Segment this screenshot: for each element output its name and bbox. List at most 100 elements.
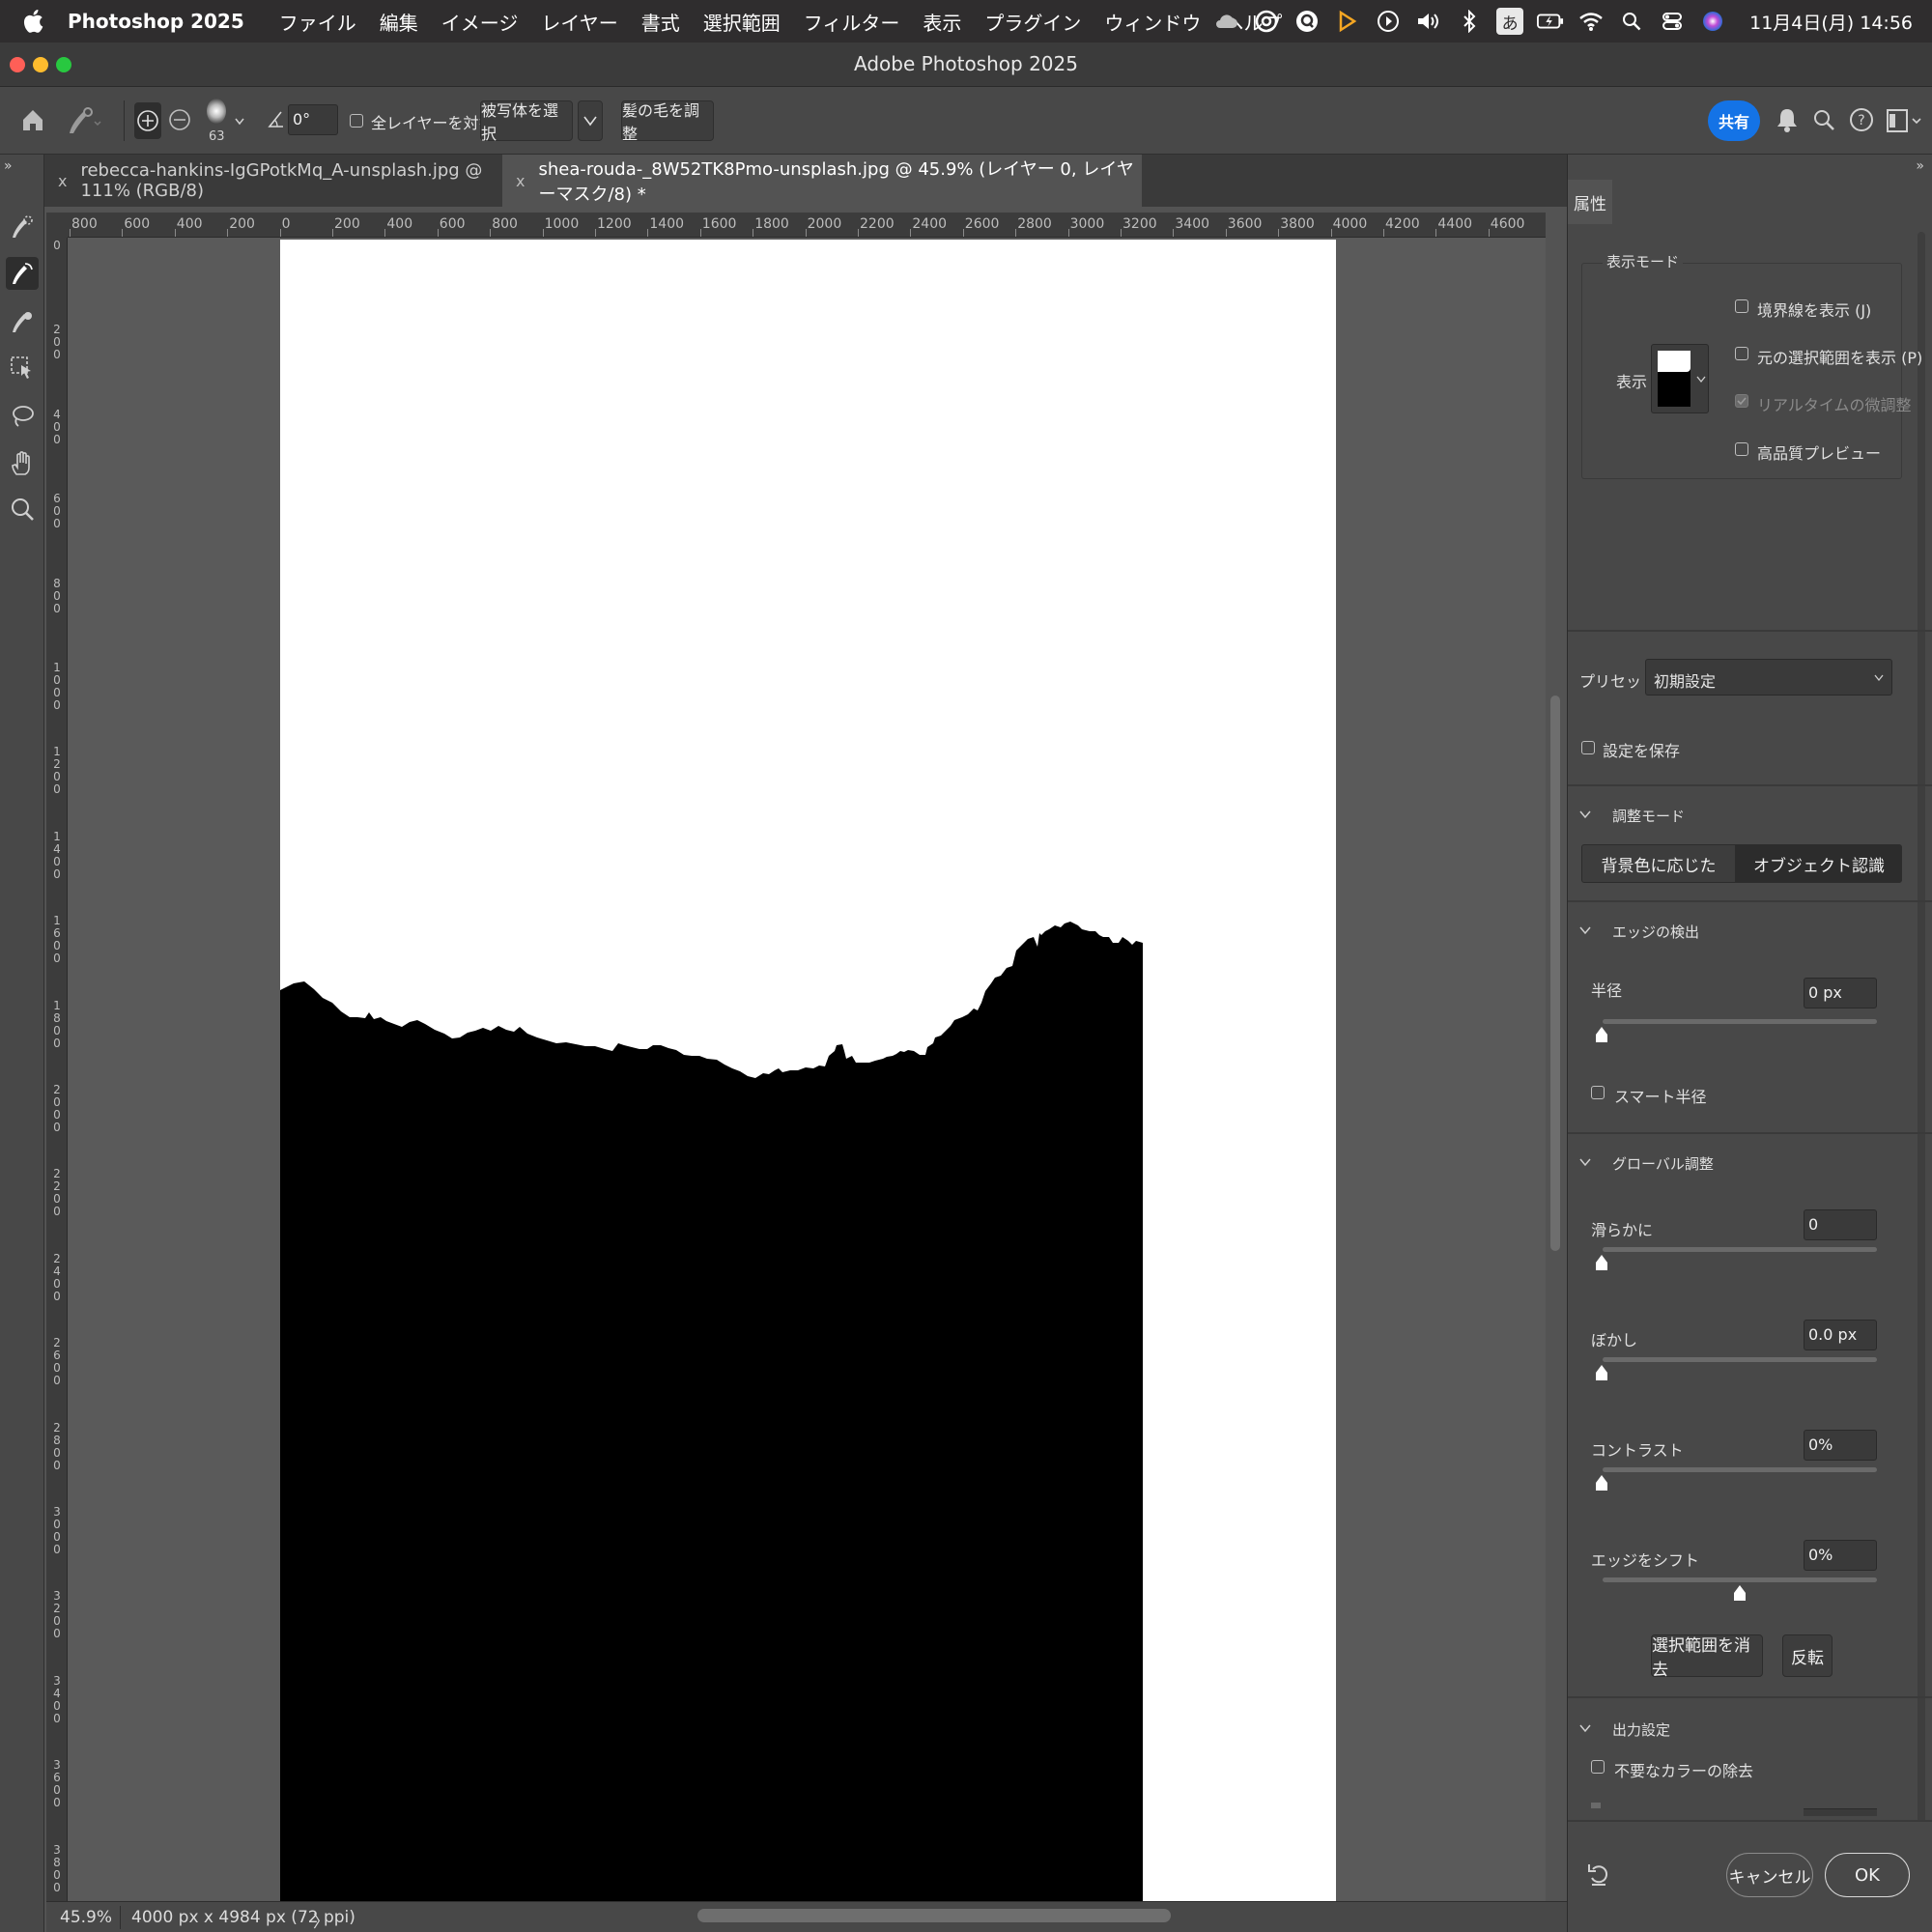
panel-scrollbar[interactable] — [1918, 232, 1925, 1893]
reset-icon[interactable] — [1585, 1861, 1612, 1891]
invert-button[interactable]: 反転 — [1782, 1634, 1833, 1677]
close-tab-icon[interactable]: x — [58, 172, 67, 190]
hand-tool-icon[interactable] — [6, 446, 39, 479]
collapse-panel-icon[interactable]: » — [1916, 158, 1924, 174]
smooth-slider-track[interactable] — [1603, 1247, 1877, 1252]
horizontal-scrollbar[interactable] — [697, 1909, 1171, 1922]
contrast-slider-track[interactable] — [1603, 1467, 1877, 1472]
select-subject-dropdown[interactable] — [578, 100, 603, 141]
tab-properties[interactable]: 属性 — [1568, 180, 1612, 224]
bluetooth-icon[interactable] — [1456, 8, 1483, 35]
subtract-from-selection-icon[interactable] — [168, 108, 191, 135]
expand-panel-icon[interactable]: » — [4, 158, 13, 174]
brush-size-preview-icon[interactable] — [207, 99, 226, 124]
shift-edge-input[interactable]: 0% — [1804, 1540, 1877, 1571]
show-original-checkbox[interactable] — [1735, 347, 1748, 360]
shift-edge-slider-track[interactable] — [1603, 1577, 1877, 1582]
refine-hair-button[interactable]: 髪の毛を調整 — [621, 100, 714, 143]
document-mask-preview[interactable] — [280, 240, 1336, 1903]
cancel-button[interactable]: キャンセル — [1726, 1853, 1813, 1897]
collapse-chevron-icon[interactable] — [1579, 1157, 1591, 1167]
ok-button[interactable]: OK — [1825, 1853, 1910, 1897]
share-button[interactable]: 共有 — [1708, 100, 1760, 141]
brush-tool-icon[interactable] — [6, 305, 39, 338]
add-to-selection-icon[interactable] — [134, 102, 161, 139]
canvas-area[interactable] — [68, 238, 1546, 1903]
menu-select[interactable]: 選択範囲 — [703, 8, 781, 36]
workspace-icon[interactable] — [1886, 108, 1924, 137]
smart-radius-checkbox[interactable] — [1591, 1086, 1605, 1099]
tab-rebecca-hankins[interactable]: x rebecca-hankins-IgGPotkMq_A-unsplash.j… — [44, 155, 502, 207]
feather-slider-track[interactable] — [1603, 1357, 1877, 1362]
save-settings-checkbox[interactable] — [1581, 741, 1595, 754]
radius-slider-track[interactable] — [1603, 1019, 1877, 1024]
cloud-icon[interactable] — [1212, 8, 1239, 35]
help-icon[interactable]: ? — [1849, 107, 1874, 136]
zoom-tool-icon[interactable] — [6, 493, 39, 526]
app-name-menu[interactable]: Photoshop 2025 — [68, 10, 244, 33]
zoom-level[interactable]: 45.9% — [60, 1908, 112, 1927]
refine-edge-brush-tool-icon[interactable] — [6, 257, 39, 290]
ruler-origin[interactable] — [46, 213, 68, 238]
feather-input[interactable]: 0.0 px — [1804, 1320, 1877, 1350]
apple-logo-icon[interactable] — [21, 8, 48, 35]
feather-slider-thumb[interactable] — [1595, 1364, 1608, 1381]
vlc-cone-icon[interactable] — [1334, 8, 1361, 35]
play-circle-icon[interactable] — [1375, 8, 1402, 35]
vertical-scrollbar[interactable] — [1550, 696, 1560, 1251]
menu-image[interactable]: イメージ — [441, 8, 519, 36]
quick-selection-tool-icon[interactable] — [6, 211, 39, 243]
shift-edge-slider-thumb[interactable] — [1733, 1584, 1747, 1602]
object-aware-button[interactable]: オブジェクト認識 — [1736, 844, 1902, 883]
wifi-icon[interactable] — [1577, 8, 1605, 35]
collapse-chevron-icon[interactable] — [1579, 810, 1591, 819]
menu-edit[interactable]: 編集 — [380, 8, 418, 36]
brush-picker-chevron-icon[interactable] — [234, 112, 245, 130]
radius-input[interactable]: 0 px — [1804, 978, 1877, 1009]
collapse-chevron-icon[interactable] — [1579, 925, 1591, 935]
color-aware-button[interactable]: 背景色に応じた — [1581, 844, 1736, 883]
show-edge-checkbox[interactable] — [1735, 299, 1748, 313]
siri-icon[interactable] — [1699, 8, 1726, 35]
control-center-icon[interactable] — [1659, 8, 1686, 35]
lasso-tool-icon[interactable] — [6, 400, 39, 433]
volume-icon[interactable] — [1415, 8, 1442, 35]
close-tab-icon[interactable]: x — [516, 172, 525, 190]
menu-view[interactable]: 表示 — [923, 8, 961, 36]
spotlight-search-icon[interactable] — [1618, 8, 1645, 35]
brush-preset-icon[interactable] — [64, 104, 102, 141]
clear-selection-button[interactable]: 選択範囲を消去 — [1651, 1634, 1763, 1680]
angle-input[interactable]: 0° — [288, 104, 338, 135]
preset-select[interactable]: 初期設定 — [1645, 659, 1892, 696]
menu-type[interactable]: 書式 — [641, 8, 680, 36]
vertical-ruler[interactable]: 0 200 400 600 800 1000 1200 1400 1600 1800 2000 220… — [46, 238, 68, 1903]
smooth-input[interactable]: 0 — [1804, 1209, 1877, 1240]
radius-slider-thumb[interactable] — [1595, 1026, 1608, 1043]
q-app-icon[interactable] — [1293, 8, 1321, 35]
contrast-slider-thumb[interactable] — [1595, 1474, 1608, 1492]
status-menu-chevron-icon[interactable]: 〉 — [313, 1908, 329, 1932]
menu-plugins[interactable]: プラグイン — [984, 8, 1081, 36]
menubar-clock[interactable]: 11月4日(月) 14:56 — [1749, 9, 1913, 35]
input-method-icon[interactable]: あ — [1496, 8, 1524, 35]
menu-window[interactable]: ウィンドウ — [1104, 8, 1201, 36]
menu-layer[interactable]: レイヤー — [541, 8, 617, 36]
menu-file[interactable]: ファイル — [279, 8, 356, 36]
creative-cloud-icon[interactable] — [1253, 8, 1280, 35]
search-icon[interactable] — [1812, 108, 1835, 135]
decontaminate-colors-checkbox[interactable] — [1591, 1760, 1605, 1774]
home-icon[interactable] — [19, 106, 46, 137]
menu-filter[interactable]: フィルター — [804, 8, 900, 36]
notifications-bell-icon[interactable] — [1776, 106, 1799, 137]
horizontal-ruler[interactable]: 800 600 400 200 0 200 400 600 800 1000 1200 1400 160… — [68, 213, 1546, 238]
tab-shea-rouda[interactable]: x shea-rouda-_8W52TK8Pmo-unsplash.jpg @ … — [502, 155, 1142, 207]
sample-all-layers-checkbox[interactable] — [350, 114, 363, 128]
smooth-slider-thumb[interactable] — [1595, 1254, 1608, 1271]
view-mode-thumbnail[interactable] — [1651, 344, 1709, 413]
high-quality-preview-checkbox[interactable] — [1735, 442, 1748, 456]
contrast-input[interactable]: 0% — [1804, 1430, 1877, 1461]
battery-icon[interactable] — [1537, 8, 1564, 35]
select-subject-button[interactable]: 被写体を選択 — [480, 100, 573, 143]
collapse-chevron-icon[interactable] — [1579, 1723, 1591, 1733]
object-selection-tool-icon[interactable] — [6, 352, 39, 384]
